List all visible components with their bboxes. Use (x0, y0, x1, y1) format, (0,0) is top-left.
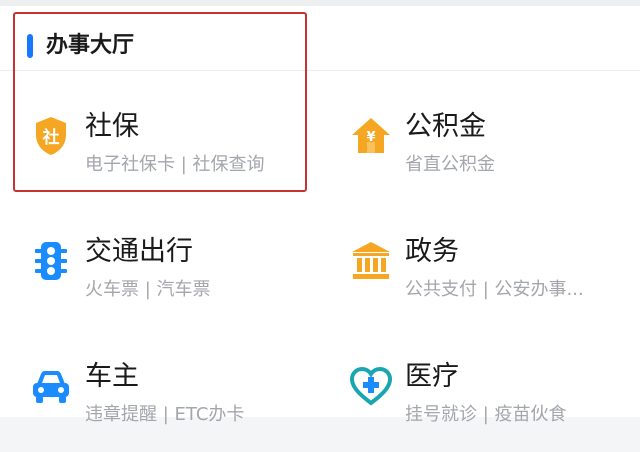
header-divider (0, 70, 640, 71)
government-building-icon (347, 237, 395, 285)
tile-name: 医疗 (405, 361, 459, 392)
medical-heart-icon (347, 362, 395, 410)
tile-housing-fund[interactable]: ¥ 公积金 省直公积金 (347, 111, 640, 202)
house-yen-icon: ¥ (347, 112, 395, 160)
house-yen-glyph: ¥ (366, 130, 375, 145)
tile-subtitle: 公共支付 | 公安办事... (405, 279, 584, 300)
car-icon (27, 362, 75, 410)
tile-name: 车主 (85, 361, 139, 392)
tile-name: 社保 (85, 111, 139, 142)
tile-car-owner[interactable]: 车主 违章提醒 | ETC办卡 (27, 361, 327, 452)
tile-subtitle: 省直公积金 (405, 154, 495, 175)
traffic-light-icon (27, 237, 75, 285)
tile-medical[interactable]: 医疗 挂号就诊 | 疫苗伙食 (347, 361, 640, 452)
tile-name: 政务 (405, 236, 459, 267)
tile-subtitle: 火车票 | 汽车票 (85, 279, 211, 300)
tile-name: 公积金 (405, 111, 486, 142)
tile-subtitle: 挂号就诊 | 疫苗伙食 (405, 404, 567, 425)
section-title: 办事大厅 (46, 33, 135, 58)
shield-badge-icon: 社 (27, 112, 75, 160)
section-header: 办事大厅 (0, 6, 640, 70)
tile-subtitle: 电子社保卡 | 社保查询 (85, 154, 265, 175)
tile-transportation[interactable]: 交通出行 火车票 | 汽车票 (27, 236, 327, 327)
tile-government-affairs[interactable]: 政务 公共支付 | 公安办事... (347, 236, 640, 327)
tile-subtitle: 违章提醒 | ETC办卡 (85, 404, 245, 425)
section-accent-bar (27, 34, 33, 58)
shield-badge-glyph: 社 (42, 127, 60, 148)
tile-name: 交通出行 (85, 236, 193, 267)
tile-social-security[interactable]: 社 社保 电子社保卡 | 社保查询 (27, 111, 327, 202)
